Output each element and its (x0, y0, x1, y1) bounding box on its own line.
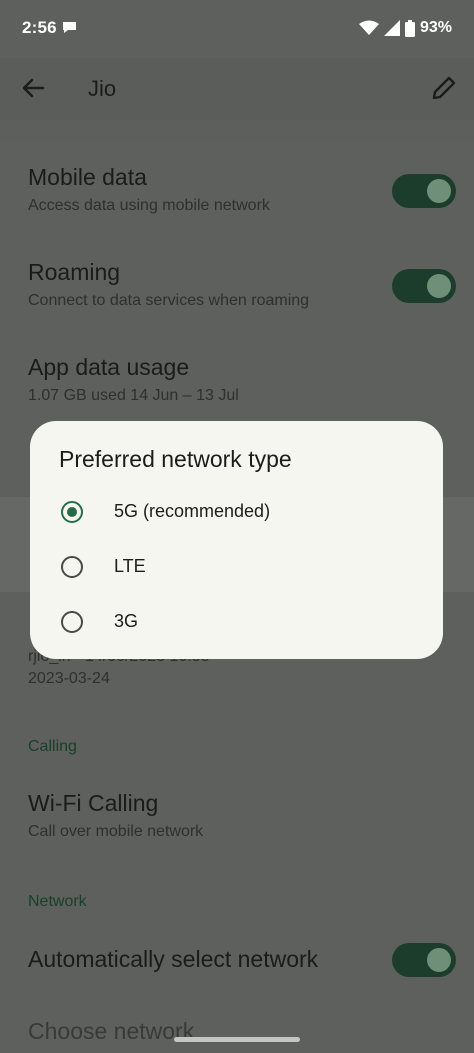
top-divider (0, 120, 474, 142)
app-data-usage-row[interactable]: App data usage 1.07 GB used 14 Jun – 13 … (28, 353, 468, 407)
option-5g-label: 5G (recommended) (114, 501, 271, 521)
status-icons: 93% (358, 18, 452, 38)
preferred-network-dialog: Preferred network type 5G (recommended) … (30, 421, 443, 659)
toggle-knob (427, 948, 451, 972)
toggle-knob (427, 179, 451, 203)
option-3g[interactable]: 3G (30, 597, 443, 647)
roaming-toggle[interactable] (392, 269, 456, 303)
app-data-usage-title: App data usage (28, 354, 190, 380)
page-title: Jio (88, 76, 117, 101)
app-bar: Jio (0, 58, 474, 120)
dialog-title: Preferred network type (59, 446, 292, 472)
radio-button[interactable] (61, 556, 83, 578)
edit-pencil-icon[interactable] (430, 74, 458, 102)
toggle-knob (427, 274, 451, 298)
cellular-signal-icon (383, 20, 400, 36)
back-arrow-icon[interactable] (18, 73, 48, 103)
auto-select-network-toggle[interactable] (392, 943, 456, 977)
network-section-header: Network (28, 893, 87, 910)
wifi-calling-title: Wi-Fi Calling (28, 790, 159, 816)
gesture-nav-handle[interactable] (174, 1037, 300, 1042)
radio-button-selected[interactable] (61, 501, 83, 523)
battery-percentage: 93% (419, 19, 452, 36)
wifi-calling-row[interactable]: Wi-Fi Calling Call over mobile network (28, 789, 468, 843)
option-lte-label: LTE (114, 556, 146, 576)
calling-section-header: Calling (28, 738, 77, 755)
app-data-usage-subtitle: 1.07 GB used 14 Jun – 13 Jul (28, 387, 239, 404)
radio-dot (67, 507, 77, 517)
option-lte[interactable]: LTE (30, 542, 443, 592)
radio-button[interactable] (61, 611, 83, 633)
mobile-data-toggle[interactable] (392, 174, 456, 208)
option-5g[interactable]: 5G (recommended) (30, 487, 443, 537)
wifi-calling-subtitle: Call over mobile network (28, 823, 204, 840)
status-bar: 2:56 93% (0, 0, 474, 58)
wifi-icon (358, 20, 379, 35)
option-3g-label: 3G (114, 611, 139, 631)
apn-line-2: 2023-03-24 (28, 670, 110, 687)
settings-screen: 2:56 93% Jio Mobile data Access data usi… (0, 0, 474, 1053)
status-time: 2:56 (22, 18, 57, 37)
battery-icon (404, 19, 415, 37)
chat-notification-icon (63, 22, 76, 33)
